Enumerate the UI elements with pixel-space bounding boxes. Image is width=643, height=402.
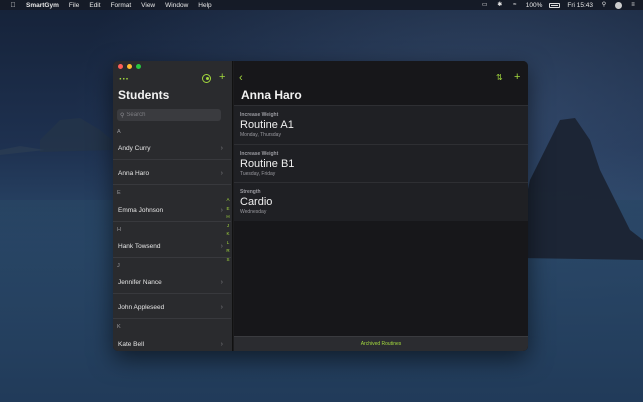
spotlight-icon[interactable]: ⚲ bbox=[600, 2, 608, 8]
section-header-e: E bbox=[117, 190, 121, 196]
add-routine-icon[interactable]: + bbox=[514, 71, 520, 83]
chevron-right-icon: › bbox=[220, 340, 223, 348]
wifi-icon[interactable]: ≈ bbox=[511, 2, 519, 8]
index-letter[interactable]: S bbox=[226, 256, 229, 265]
window-controls bbox=[118, 64, 141, 69]
minimize-button[interactable] bbox=[127, 64, 132, 69]
index-letter[interactable]: R bbox=[226, 247, 229, 256]
student-row-hank-towsend[interactable]: Hank Towsend › bbox=[113, 236, 231, 258]
student-name: John Appleseed bbox=[118, 304, 165, 311]
student-row-kate-bell[interactable]: Kate Bell › bbox=[113, 333, 231, 351]
archived-routines-button[interactable]: Archived Routines bbox=[361, 341, 402, 347]
chevron-right-icon: › bbox=[220, 170, 223, 177]
routine-row[interactable]: Strength Cardio Wednesday bbox=[234, 182, 528, 221]
index-letter[interactable]: K bbox=[226, 230, 229, 239]
apple-menu-icon[interactable]:  bbox=[8, 2, 18, 9]
bluetooth-icon[interactable]: ✱ bbox=[496, 2, 504, 8]
routine-name: Cardio bbox=[240, 196, 273, 208]
student-detail-pane: ‹ ⇅ + Anna Haro Increase Weight Routine … bbox=[234, 61, 528, 351]
student-name: Emma Johnson bbox=[118, 207, 164, 214]
student-name: Jennifer Nance bbox=[118, 279, 162, 286]
index-letter[interactable]: J bbox=[227, 222, 229, 231]
menu-bar:  SmartGym File Edit Format View Window … bbox=[0, 0, 643, 10]
section-header-j: J bbox=[117, 263, 120, 269]
student-title: Anna Haro bbox=[241, 88, 302, 102]
index-letter[interactable]: E bbox=[226, 205, 229, 214]
chevron-right-icon: › bbox=[220, 243, 223, 250]
user-avatar-icon[interactable] bbox=[615, 1, 622, 9]
alphabet-index[interactable]: A E H J K L R S bbox=[225, 196, 231, 264]
student-row-emma-johnson[interactable]: Emma Johnson › bbox=[113, 200, 231, 222]
section-header-k: K bbox=[117, 324, 121, 330]
section-header-a: A bbox=[117, 129, 121, 135]
chevron-right-icon: › bbox=[220, 304, 223, 311]
battery-percent[interactable]: 100% bbox=[526, 2, 543, 9]
add-student-icon[interactable]: + bbox=[219, 71, 225, 83]
chevron-right-icon: › bbox=[220, 279, 223, 286]
menu-file[interactable]: File bbox=[69, 2, 79, 9]
routine-days: Tuesday, Friday bbox=[240, 170, 276, 177]
section-header-h: H bbox=[117, 227, 121, 233]
menu-help[interactable]: Help bbox=[198, 2, 211, 9]
menu-extras: ▭ ✱ ≈ 100% Fri 15:43 ⚲ ≡ bbox=[481, 0, 637, 10]
sort-icon[interactable]: ⇅ bbox=[496, 73, 503, 82]
search-icon: ⚲ bbox=[120, 112, 125, 119]
sidebar-title: Students bbox=[118, 88, 170, 102]
profile-icon[interactable] bbox=[202, 74, 211, 83]
routine-category: Strength bbox=[240, 189, 261, 195]
menu-clock[interactable]: Fri 15:43 bbox=[567, 2, 593, 9]
menu-format[interactable]: Format bbox=[111, 2, 132, 9]
menu-edit[interactable]: Edit bbox=[89, 2, 100, 9]
routine-days: Monday, Thursday bbox=[240, 132, 281, 138]
notification-center-icon[interactable]: ≡ bbox=[629, 2, 637, 8]
routine-category: Increase Weight bbox=[240, 150, 279, 157]
student-name: Anna Haro bbox=[118, 170, 150, 177]
app-window: ··· + Students ⚲ A Andy Curry › Anna Har… bbox=[113, 61, 528, 351]
chevron-right-icon: › bbox=[220, 145, 223, 152]
routine-row[interactable]: Increase Weight Routine B1 Tuesday, Frid… bbox=[234, 143, 528, 182]
archived-routines-bar[interactable]: Archived Routines bbox=[234, 336, 528, 351]
routine-days: Wednesday bbox=[240, 209, 267, 215]
student-name: Hank Towsend bbox=[118, 243, 161, 250]
student-row-jennifer-nance[interactable]: Jennifer Nance › bbox=[113, 272, 231, 294]
battery-icon[interactable] bbox=[549, 2, 561, 8]
chevron-right-icon: › bbox=[220, 207, 223, 214]
menu-app-name[interactable]: SmartGym bbox=[26, 2, 59, 9]
routine-category: Increase Weight bbox=[240, 112, 279, 118]
index-letter[interactable]: A bbox=[226, 196, 229, 205]
student-row-john-appleseed[interactable]: John Appleseed › bbox=[113, 297, 231, 319]
routine-name: Routine A1 bbox=[240, 119, 294, 131]
students-sidebar: ··· + Students ⚲ A Andy Curry › Anna Har… bbox=[113, 61, 233, 351]
search-field[interactable]: ⚲ bbox=[117, 109, 221, 121]
student-row-anna-haro[interactable]: Anna Haro › bbox=[113, 163, 231, 185]
search-input[interactable] bbox=[126, 112, 217, 118]
index-letter[interactable]: L bbox=[227, 239, 230, 248]
index-letter[interactable]: H bbox=[226, 213, 229, 222]
menu-view[interactable]: View bbox=[141, 2, 155, 9]
menu-window[interactable]: Window bbox=[165, 2, 188, 9]
more-options-icon[interactable]: ··· bbox=[119, 74, 129, 85]
student-row-andy-curry[interactable]: Andy Curry › bbox=[113, 138, 231, 160]
back-chevron-icon[interactable]: ‹ bbox=[239, 72, 243, 84]
student-name: Andy Curry bbox=[118, 145, 151, 152]
student-name: Kate Bell bbox=[118, 340, 145, 348]
airplay-icon[interactable]: ▭ bbox=[481, 2, 489, 8]
routine-row[interactable]: Increase Weight Routine A1 Monday, Thurs… bbox=[234, 105, 528, 144]
routine-name: Routine B1 bbox=[240, 157, 295, 170]
zoom-button[interactable] bbox=[136, 64, 141, 69]
close-button[interactable] bbox=[118, 64, 123, 69]
routine-list: Increase Weight Routine A1 Monday, Thurs… bbox=[234, 105, 528, 221]
